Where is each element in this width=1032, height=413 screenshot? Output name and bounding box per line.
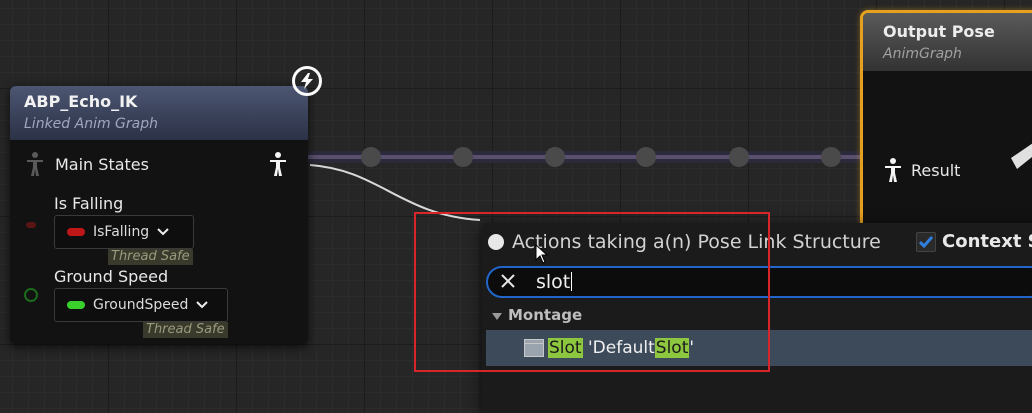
list-item-slot-default-slot[interactable]: Slot 'Default Slot ': [486, 330, 1032, 366]
output-node-title: Output Pose: [883, 22, 995, 41]
person-icon: [26, 152, 44, 180]
context-sensitive-toggle[interactable]: Context Se: [916, 231, 1032, 252]
match-highlight: Slot: [548, 338, 583, 358]
mouse-cursor-icon: [535, 243, 549, 268]
search-value: slot: [536, 271, 571, 293]
lightning-icon: [292, 66, 322, 96]
main-states-label: Main States: [55, 155, 149, 174]
ground-speed-pin[interactable]: [24, 288, 38, 302]
is-falling-pin[interactable]: [26, 222, 36, 228]
pose-preview-icon: [1003, 83, 1032, 177]
ground-speed-label: Ground Speed: [54, 267, 169, 286]
ground-speed-value: GroundSpeed: [93, 297, 189, 313]
thread-safe-badge: Thread Safe: [143, 322, 228, 338]
clear-search-icon[interactable]: [500, 273, 516, 293]
node-subtitle: Linked Anim Graph: [24, 116, 158, 132]
chevron-down-icon: [196, 297, 209, 313]
float-color-chip: [67, 301, 85, 309]
output-node-header[interactable]: Output Pose AnimGraph: [863, 13, 1032, 71]
is-falling-label: Is Falling: [54, 194, 124, 213]
result-pin-label: Result: [911, 161, 961, 180]
thread-safe-badge: Thread Safe: [108, 249, 193, 265]
action-menu-title-text: Actions taking a(n) Pose Link Structure: [512, 231, 881, 253]
bool-color-chip: [67, 228, 85, 236]
ground-speed-dropdown[interactable]: GroundSpeed: [54, 288, 228, 322]
output-pose-node[interactable]: Output Pose AnimGraph Result: [860, 10, 1032, 240]
is-falling-dropdown[interactable]: IsFalling: [54, 215, 194, 249]
checkmark-icon[interactable]: [916, 231, 936, 252]
chevron-down-icon: [157, 224, 169, 240]
item-text: ': [689, 338, 695, 358]
slot-node-icon: [524, 339, 544, 357]
match-highlight: Slot: [654, 338, 690, 358]
node-header[interactable]: ABP_Echo_IK Linked Anim Graph: [10, 86, 308, 140]
pose-input-pin-icon[interactable]: [883, 158, 903, 186]
item-text: 'Default: [582, 338, 655, 358]
linked-anim-graph-node[interactable]: ABP_Echo_IK Linked Anim Graph Main State…: [10, 86, 308, 344]
category-montage[interactable]: Montage: [482, 304, 1032, 326]
is-falling-value: IsFalling: [93, 224, 150, 240]
pose-pin-bullet-icon: [488, 234, 504, 250]
action-menu: Actions taking a(n) Pose Link Structure …: [482, 223, 1032, 413]
pose-output-pin-icon[interactable]: [268, 152, 288, 180]
category-label: Montage: [508, 306, 583, 324]
search-input[interactable]: slot: [486, 266, 1032, 298]
context-sensitive-label: Context Se: [942, 231, 1032, 252]
node-title: ABP_Echo_IK: [24, 92, 138, 111]
output-node-subtitle: AnimGraph: [883, 46, 962, 62]
triangle-down-icon: [492, 306, 502, 324]
